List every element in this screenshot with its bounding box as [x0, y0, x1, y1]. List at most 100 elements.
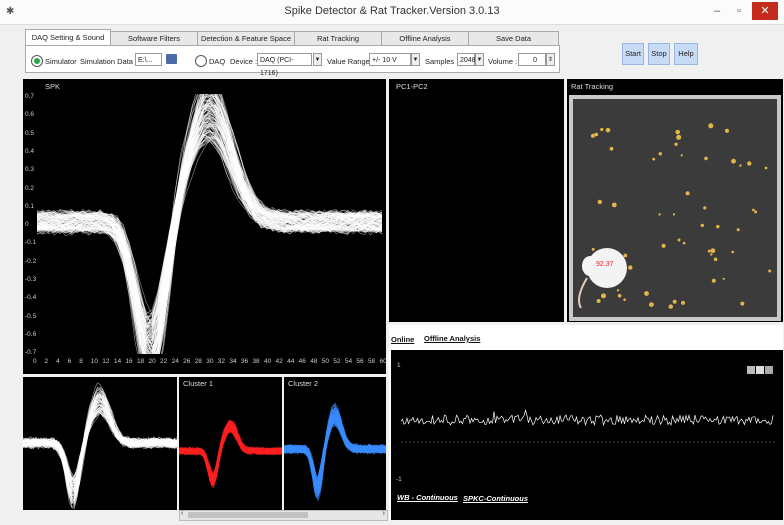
device-select[interactable]: DAQ (PCI-1716) — [257, 53, 312, 77]
y-tick-label: 0.5 — [25, 129, 35, 137]
x-tick-label: 42 — [275, 358, 283, 365]
pc-title: PC1-PC2 — [396, 82, 428, 91]
daq-label: DAQ — [209, 57, 226, 66]
help-button[interactable]: Help — [674, 43, 698, 65]
x-tick-label: 8 — [79, 358, 83, 365]
tab-offline[interactable]: Offline Analysis — [424, 334, 480, 343]
x-tick-label: 54 — [344, 358, 353, 365]
x-tick-label: 40 — [264, 358, 272, 365]
stepper-arrows-icon[interactable]: ⇕ — [546, 53, 555, 66]
tab-rat-tracking[interactable]: Rat Tracking — [294, 31, 382, 45]
scroll-left-icon[interactable]: ‹ — [181, 510, 183, 517]
x-tick-label: 38 — [252, 358, 260, 365]
chevron-down-icon[interactable]: ▼ — [313, 53, 322, 66]
tab-online[interactable]: Online — [391, 335, 414, 344]
zoom-tools[interactable] — [747, 366, 775, 375]
tab-detection[interactable]: Detection & Feature Space — [197, 31, 295, 45]
x-tick-label: 52 — [333, 358, 341, 365]
cluster-2-panel: Cluster 2 — [283, 377, 387, 510]
y-tick-label: 0.1 — [25, 202, 35, 210]
cluster-2-title: Cluster 2 — [288, 379, 319, 388]
spkc-continuous-link[interactable]: SPKC-Continuous — [463, 494, 528, 503]
x-tick-label: 58 — [367, 358, 376, 365]
x-tick-label: 50 — [321, 358, 329, 365]
y-tick-label: -0.1 — [25, 239, 37, 247]
y-tick-label: -0.3 — [25, 276, 37, 283]
wave-y-top: 1 — [397, 362, 401, 369]
rat-position-readout: 92.37 — [596, 261, 614, 268]
x-tick-label: 36 — [240, 358, 249, 365]
x-tick-label: 24 — [171, 358, 179, 365]
spk-plot: SPK 0.7 0.6 0.5 0.4 0.3 0.2 0.1 0 -0.1 -0.2 -0.3 -0… — [23, 79, 387, 374]
stop-button[interactable]: Stop — [648, 43, 670, 65]
cluster-1-waveforms — [178, 419, 283, 489]
chevron-down-icon[interactable]: ▼ — [411, 53, 420, 66]
x-tick-label: 56 — [356, 358, 364, 365]
pc-plot: PC1-PC2 — [389, 79, 564, 322]
maximize-icon[interactable]: ▫ — [728, 2, 750, 20]
x-tick-label: 48 — [310, 358, 318, 365]
rat-tracking-panel: Rat Tracking 92.37 — [567, 79, 783, 322]
pan-icon[interactable] — [756, 366, 764, 374]
scrollbar-thumb[interactable] — [188, 512, 308, 518]
y-tick-label: -0.6 — [25, 330, 37, 338]
continuous-wave-plot: 1 -1 WB - Continuous SPKC-Continuous — [391, 350, 783, 520]
value-range-select[interactable]: +/- 10 V — [369, 53, 411, 66]
simulation-data-field[interactable]: E:\... — [135, 53, 162, 66]
cluster-1-title: Cluster 1 — [183, 379, 214, 388]
x-tick-label: 12 — [102, 358, 110, 365]
reset-icon[interactable] — [765, 366, 773, 374]
y-tick-label: 0.7 — [25, 93, 35, 100]
simulator-label: Simulator — [45, 57, 77, 66]
wave-y-bottom: -1 — [396, 476, 402, 483]
chevron-down-icon[interactable]: ▼ — [475, 53, 484, 66]
x-tick-label: 46 — [298, 358, 306, 365]
spk-title: SPK — [45, 82, 61, 91]
window-title: Spike Detector & Rat Tracker.Version 3.0… — [284, 5, 500, 17]
close-icon[interactable]: ✕ — [752, 2, 778, 20]
cluster-1-panel: Cluster 1 — [178, 377, 283, 510]
spike-waveforms — [37, 94, 382, 354]
volume-label: Volume : — [488, 57, 518, 66]
y-tick-label: -0.4 — [25, 294, 37, 302]
zoom-icon[interactable] — [747, 366, 755, 374]
y-tick-label: -0.2 — [25, 257, 37, 265]
rat-title: Rat Tracking — [571, 82, 614, 91]
x-tick-label: 2 — [44, 358, 49, 365]
x-tick-label: 22 — [160, 358, 168, 365]
cluster-all-panel — [22, 377, 178, 510]
value-range-label: Value Range : — [327, 57, 374, 66]
x-tick-label: 10 — [90, 358, 98, 365]
y-tick-label: 0.6 — [25, 111, 35, 119]
y-tick-label: 0.3 — [25, 166, 35, 174]
x-tick-label: 16 — [125, 358, 133, 365]
x-tick-label: 20 — [148, 358, 156, 365]
tab-daq-setting[interactable]: DAQ Setting & Sound — [25, 29, 111, 46]
y-tick-label: 0.2 — [25, 184, 35, 192]
samples-select[interactable]: 2048 — [457, 53, 476, 66]
x-tick-label: 14 — [113, 358, 122, 365]
y-tick-label: 0 — [25, 221, 29, 229]
x-tick-label: 44 — [287, 358, 295, 365]
x-tick-label: 0 — [33, 358, 37, 365]
x-tick-label: 60 — [379, 358, 387, 365]
simulator-radio[interactable] — [31, 55, 43, 67]
arena-image — [569, 95, 781, 321]
x-tick-label: 28 — [194, 358, 202, 365]
wb-continuous-link[interactable]: WB - Continuous — [397, 493, 458, 502]
x-tick-label: 4 — [56, 358, 60, 365]
y-tick-label: 0.4 — [25, 147, 35, 155]
minimize-icon[interactable]: – — [706, 2, 728, 20]
simulation-data-label: Simulation Data : — [80, 57, 138, 66]
tab-offline-analysis[interactable]: Offline Analysis — [381, 31, 469, 45]
scroll-right-icon[interactable]: › — [383, 510, 385, 517]
start-button[interactable]: Start — [622, 43, 644, 65]
volume-stepper[interactable]: 0 — [518, 53, 546, 66]
cluster-scrollbar[interactable]: ‹ › — [179, 510, 388, 521]
tab-save-data[interactable]: Save Data — [468, 31, 559, 45]
x-tick-label: 32 — [217, 358, 226, 365]
daq-radio[interactable] — [195, 55, 207, 67]
tab-software-filters[interactable]: Software Filters — [110, 31, 198, 45]
x-tick-label: 18 — [136, 358, 145, 365]
folder-icon[interactable] — [166, 54, 177, 64]
